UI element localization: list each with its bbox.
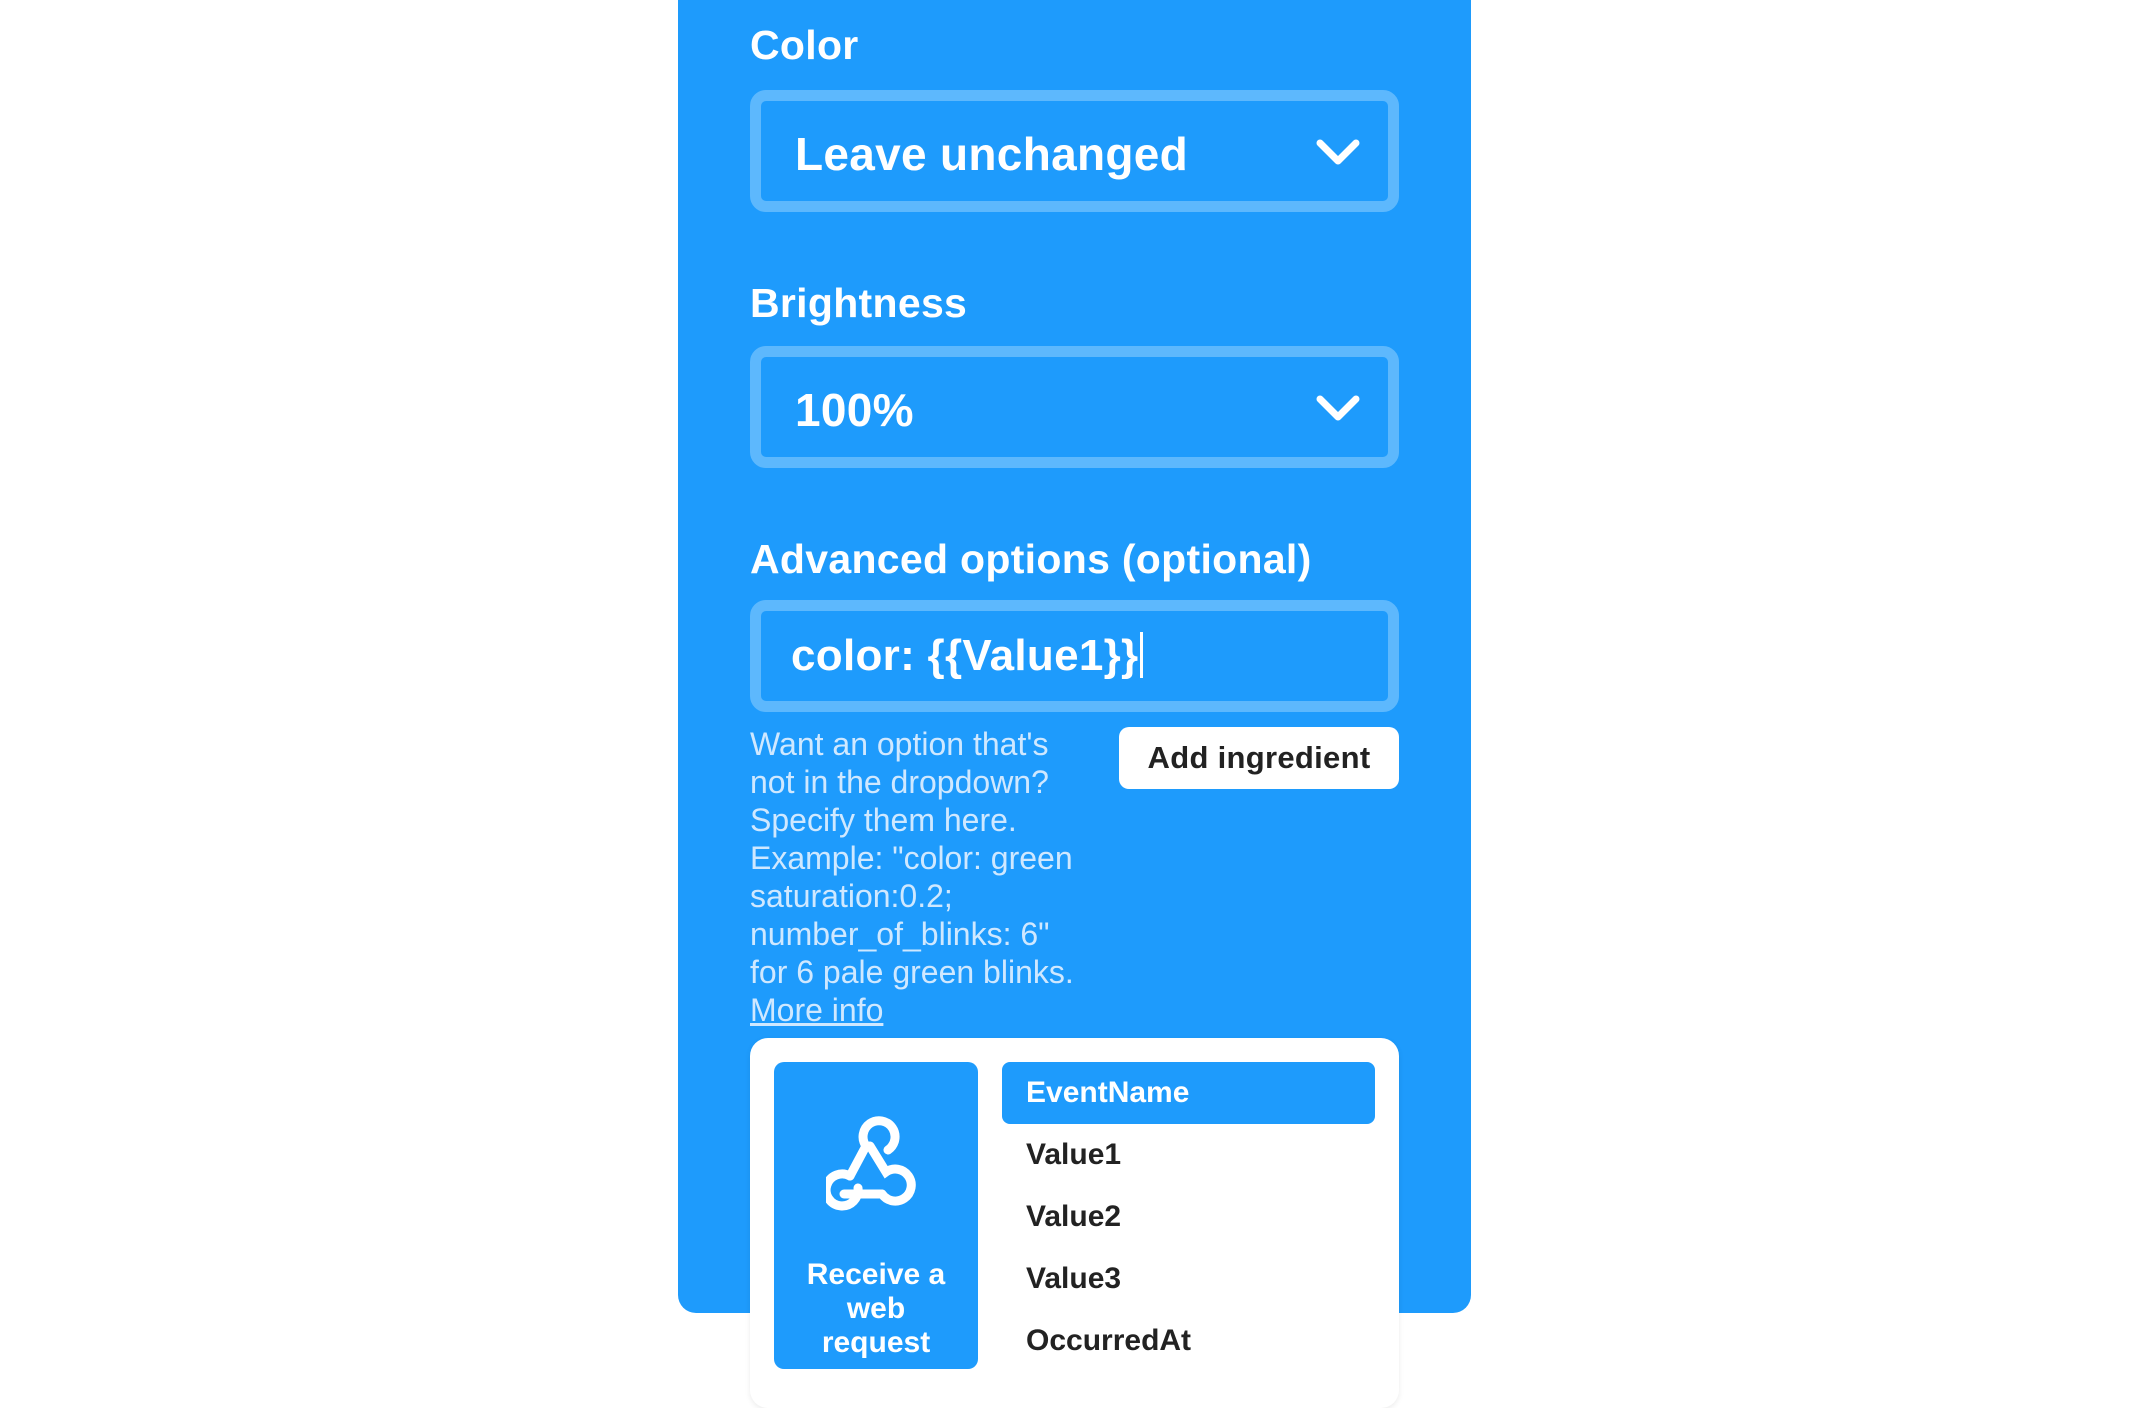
webhook-icon [826,1116,916,1211]
trigger-label: Receive a web request [774,1258,978,1360]
ingredient-value2[interactable]: Value2 [1002,1186,1375,1248]
ingredient-occurredat[interactable]: OccurredAt [1002,1310,1375,1372]
chevron-down-icon [1316,139,1360,165]
trigger-label-line: Receive a [806,1258,946,1291]
add-ingredient-button[interactable]: Add ingredient [1119,727,1399,789]
brightness-select-value: 100% [795,384,914,436]
advanced-options-input[interactable]: color: {{Value1}} [750,600,1399,712]
help-line: not in the dropdown? [750,764,1049,800]
ingredient-list: EventName Value1 Value2 Value3 OccurredA… [1002,1062,1375,1372]
color-field-label: Color [750,22,859,68]
help-line: Example: "color: green [750,840,1073,876]
brightness-select[interactable]: 100% [750,346,1399,468]
ingredient-value3[interactable]: Value3 [1002,1248,1375,1310]
advanced-options-label: Advanced options (optional) [750,536,1312,582]
trigger-label-line: request [821,1326,931,1359]
help-line: Specify them here. [750,802,1017,838]
advanced-options-input-value: color: {{Value1}} [791,631,1144,681]
advanced-options-text: color: {{Value1}} [791,631,1139,680]
trigger-tile: Receive a web request [774,1062,978,1369]
color-select[interactable]: Leave unchanged [750,90,1399,212]
color-select-value: Leave unchanged [795,128,1189,180]
ingredient-value1[interactable]: Value1 [1002,1124,1375,1186]
help-line: saturation:0.2; [750,878,953,914]
ingredient-popup: Receive a web request EventName Value1 V… [750,1038,1399,1408]
help-line: Want an option that's [750,726,1049,762]
ingredient-eventname[interactable]: EventName [1002,1062,1375,1124]
advanced-options-help: Want an option that's not in the dropdow… [750,725,1120,1029]
brightness-field-label: Brightness [750,280,968,326]
help-line: number_of_blinks: 6" [750,916,1050,952]
more-info-link[interactable]: More info [750,991,1120,1029]
help-line: for 6 pale green blinks. [750,954,1074,990]
chevron-down-icon [1316,395,1360,421]
text-caret [1140,632,1144,678]
trigger-label-line: web [846,1292,906,1325]
